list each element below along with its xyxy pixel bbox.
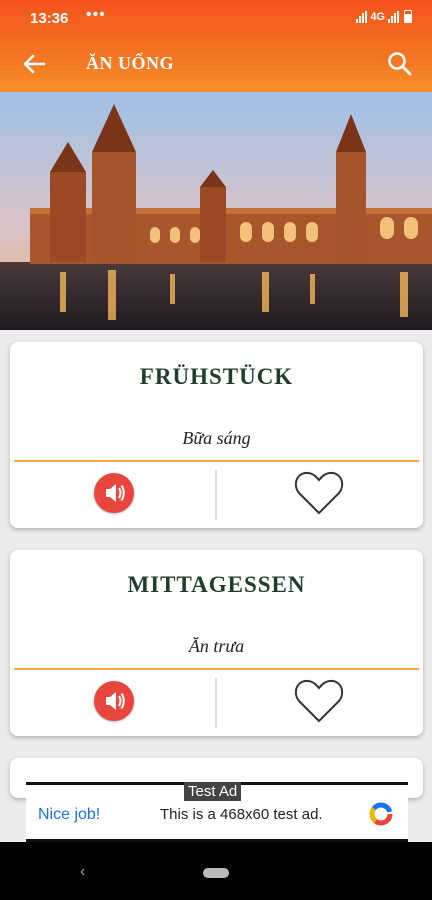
search-icon bbox=[388, 52, 412, 76]
ad-headline[interactable]: Nice job! bbox=[38, 806, 100, 824]
speaker-icon bbox=[106, 484, 125, 502]
nav-home-button[interactable] bbox=[203, 868, 229, 878]
system-nav-bar: ‹ bbox=[0, 842, 432, 900]
action-separator bbox=[215, 470, 217, 520]
notification-dots: ••• bbox=[86, 6, 106, 23]
favorite-button[interactable] bbox=[292, 468, 346, 518]
test-ad-badge: Test Ad bbox=[184, 782, 242, 801]
vocab-meaning: Bữa sáng bbox=[182, 428, 251, 448]
back-arrow-icon bbox=[23, 54, 46, 74]
battery-icon bbox=[404, 10, 412, 23]
speaker-icon bbox=[106, 692, 125, 710]
ad-description: This is a 468x60 test ad. bbox=[160, 806, 323, 823]
favorite-button[interactable] bbox=[292, 676, 346, 726]
vocab-meaning: Ăn trưa bbox=[188, 636, 245, 656]
back-button[interactable] bbox=[18, 48, 50, 80]
ad-banner[interactable]: Test Ad Nice job! This is a 468x60 test … bbox=[26, 782, 408, 842]
status-time: 13:36 bbox=[30, 10, 69, 27]
signal-icon bbox=[356, 10, 368, 23]
card-divider bbox=[14, 668, 419, 670]
action-separator bbox=[215, 678, 217, 728]
nav-back-button[interactable]: ‹ bbox=[80, 863, 85, 881]
page-title: ĂN UỐNG bbox=[86, 53, 174, 73]
play-sound-button[interactable] bbox=[94, 473, 134, 513]
status-bar: 13:36 ••• 4G bbox=[0, 0, 432, 36]
vocab-card: FRÜHSTÜCK Bữa sáng bbox=[10, 342, 423, 528]
top-bar: 13:36 ••• 4G ĂN UỐNG bbox=[0, 0, 432, 92]
signal-icon-2 bbox=[388, 10, 399, 23]
header-image bbox=[0, 92, 432, 330]
search-button[interactable] bbox=[384, 48, 416, 80]
play-sound-button[interactable] bbox=[94, 681, 134, 721]
vocab-card: MITTAGESSEN Ăn trưa bbox=[10, 550, 423, 736]
card-divider bbox=[14, 460, 419, 462]
heart-outline-icon bbox=[294, 471, 344, 515]
network-type: 4G bbox=[370, 10, 385, 23]
status-icons: 4G bbox=[356, 10, 412, 23]
adchoices-icon[interactable] bbox=[368, 801, 394, 827]
app-bar: ĂN UỐNG bbox=[0, 40, 432, 88]
vocab-word: MITTAGESSEN bbox=[127, 572, 306, 597]
heart-outline-icon bbox=[294, 679, 344, 723]
vocab-word: FRÜHSTÜCK bbox=[139, 364, 294, 389]
